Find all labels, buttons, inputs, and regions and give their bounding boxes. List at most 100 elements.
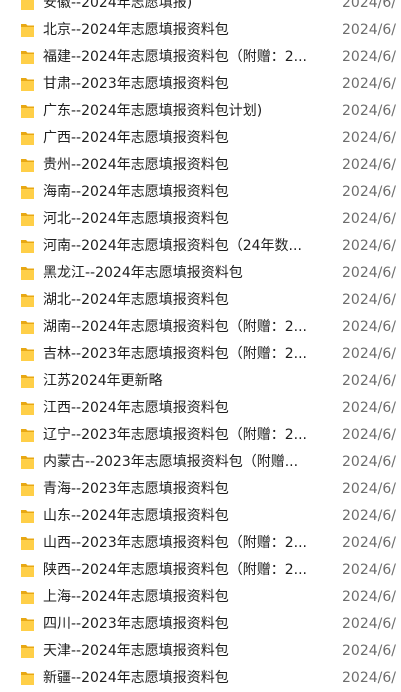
file-name: 吉林--2023年志愿填报资料包（附赠：2... — [43, 346, 307, 362]
modified-date: 2024/6/ — [342, 616, 396, 632]
list-item[interactable]: 四川--2023年志愿填报资料包 2024/6/ — [0, 611, 401, 638]
file-name: 新疆--2024年志愿填报资料包 — [43, 670, 229, 686]
folder-icon — [21, 429, 34, 442]
modified-date: 2024/6/ — [342, 22, 396, 38]
folder-icon — [21, 51, 34, 64]
modified-date: 2024/6/ — [342, 292, 396, 308]
folder-icon — [21, 348, 34, 361]
list-item[interactable]: 福建--2024年志愿填报资料包（附赠：2... 2024/6/ — [0, 44, 401, 71]
modified-date: 2024/6/ — [342, 562, 396, 578]
file-name: 湖北--2024年志愿填报资料包 — [43, 292, 229, 308]
list-item[interactable]: 黑龙江--2024年志愿填报资料包 2024/6/ — [0, 260, 401, 287]
modified-date: 2024/6/ — [342, 535, 396, 551]
folder-icon — [21, 240, 34, 253]
list-item[interactable]: 安徽--2024年志愿填报) 2024/6/ — [0, 0, 401, 17]
file-name: 广西--2024年志愿填报资料包 — [43, 130, 229, 146]
folder-icon — [21, 267, 34, 280]
folder-icon — [21, 672, 34, 685]
list-item[interactable]: 江苏2024年更新略 2024/6/ — [0, 368, 401, 395]
file-name: 陕西--2024年志愿填报资料包（附赠：2... — [43, 562, 307, 578]
file-name: 山西--2023年志愿填报资料包（附赠：2... — [43, 535, 307, 551]
folder-icon — [21, 510, 34, 523]
list-item[interactable]: 甘肃--2023年志愿填报资料包 2024/6/ — [0, 71, 401, 98]
folder-icon — [21, 537, 34, 550]
modified-date: 2024/6/ — [342, 400, 396, 416]
list-item[interactable]: 北京--2024年志愿填报资料包 2024/6/ — [0, 17, 401, 44]
list-item[interactable]: 广西--2024年志愿填报资料包 2024/6/ — [0, 125, 401, 152]
list-item[interactable]: 陕西--2024年志愿填报资料包（附赠：2... 2024/6/ — [0, 557, 401, 584]
modified-date: 2024/6/ — [342, 508, 396, 524]
list-item[interactable]: 湖北--2024年志愿填报资料包 2024/6/ — [0, 287, 401, 314]
file-name: 内蒙古--2023年志愿填报资料包（附赠... — [43, 454, 299, 470]
list-item[interactable]: 广东--2024年志愿填报资料包计划) 2024/6/ — [0, 98, 401, 125]
modified-date: 2024/6/ — [342, 643, 396, 659]
file-name: 山东--2024年志愿填报资料包 — [43, 508, 229, 524]
modified-date: 2024/6/ — [342, 427, 396, 443]
list-item[interactable]: 河南--2024年志愿填报资料包（24年数... 2024/6/ — [0, 233, 401, 260]
list-item[interactable]: 青海--2023年志愿填报资料包 2024/6/ — [0, 476, 401, 503]
modified-date: 2024/6/ — [342, 211, 396, 227]
file-name: 上海--2024年志愿填报资料包 — [43, 589, 229, 605]
list-item[interactable]: 河北--2024年志愿填报资料包 2024/6/ — [0, 206, 401, 233]
folder-icon — [21, 564, 34, 577]
modified-date: 2024/6/ — [342, 670, 396, 686]
file-name: 北京--2024年志愿填报资料包 — [43, 22, 229, 38]
folder-icon — [21, 78, 34, 91]
list-item[interactable]: 辽宁--2023年志愿填报资料包（附赠：2... 2024/6/ — [0, 422, 401, 449]
list-item[interactable]: 贵州--2024年志愿填报资料包 2024/6/ — [0, 152, 401, 179]
list-item[interactable]: 新疆--2024年志愿填报资料包 2024/6/ — [0, 665, 401, 692]
folder-icon — [21, 0, 34, 10]
modified-date: 2024/6/ — [342, 265, 396, 281]
folder-icon — [21, 321, 34, 334]
modified-date: 2024/6/ — [342, 373, 396, 389]
file-name: 江西--2024年志愿填报资料包 — [43, 400, 229, 416]
folder-icon — [21, 213, 34, 226]
list-item[interactable]: 天津--2024年志愿填报资料包 2024/6/ — [0, 638, 401, 665]
file-name: 海南--2024年志愿填报资料包 — [43, 184, 229, 200]
folder-icon — [21, 132, 34, 145]
file-name: 河南--2024年志愿填报资料包（24年数... — [43, 238, 302, 254]
list-item[interactable]: 海南--2024年志愿填报资料包 2024/6/ — [0, 179, 401, 206]
modified-date: 2024/6/ — [342, 319, 396, 335]
file-name: 福建--2024年志愿填报资料包（附赠：2... — [43, 49, 307, 65]
modified-date: 2024/6/ — [342, 76, 396, 92]
list-item[interactable]: 吉林--2023年志愿填报资料包（附赠：2... 2024/6/ — [0, 341, 401, 368]
folder-icon — [21, 375, 34, 388]
folder-icon — [21, 483, 34, 496]
file-name: 贵州--2024年志愿填报资料包 — [43, 157, 229, 173]
folder-icon — [21, 186, 34, 199]
file-list: 安徽--2024年志愿填报) 2024/6/北京--2024年志愿填报资料包 202… — [0, 0, 401, 692]
modified-date: 2024/6/ — [342, 130, 396, 146]
file-name: 黑龙江--2024年志愿填报资料包 — [43, 265, 243, 281]
file-name: 辽宁--2023年志愿填报资料包（附赠：2... — [43, 427, 307, 443]
folder-icon — [21, 402, 34, 415]
modified-date: 2024/6/ — [342, 589, 396, 605]
file-name: 广东--2024年志愿填报资料包计划) — [43, 103, 263, 119]
modified-date: 2024/6/ — [342, 481, 396, 497]
list-item[interactable]: 上海--2024年志愿填报资料包 2024/6/ — [0, 584, 401, 611]
file-name: 四川--2023年志愿填报资料包 — [43, 616, 229, 632]
folder-icon — [21, 645, 34, 658]
folder-icon — [21, 456, 34, 469]
file-name: 湖南--2024年志愿填报资料包（附赠：2... — [43, 319, 307, 335]
folder-icon — [21, 105, 34, 118]
folder-icon — [21, 618, 34, 631]
folder-icon — [21, 159, 34, 172]
folder-icon — [21, 24, 34, 37]
list-item[interactable]: 江西--2024年志愿填报资料包 2024/6/ — [0, 395, 401, 422]
folder-icon — [21, 591, 34, 604]
file-name: 安徽--2024年志愿填报) — [43, 0, 193, 11]
list-item[interactable]: 山东--2024年志愿填报资料包 2024/6/ — [0, 503, 401, 530]
modified-date: 2024/6/ — [342, 454, 396, 470]
folder-icon — [21, 294, 34, 307]
file-name: 天津--2024年志愿填报资料包 — [43, 643, 229, 659]
list-item[interactable]: 内蒙古--2023年志愿填报资料包（附赠... 2024/6/ — [0, 449, 401, 476]
modified-date: 2024/6/ — [342, 157, 396, 173]
list-item[interactable]: 山西--2023年志愿填报资料包（附赠：2... 2024/6/ — [0, 530, 401, 557]
file-name: 河北--2024年志愿填报资料包 — [43, 211, 229, 227]
list-item[interactable]: 湖南--2024年志愿填报资料包（附赠：2... 2024/6/ — [0, 314, 401, 341]
modified-date: 2024/6/ — [342, 184, 396, 200]
file-name: 青海--2023年志愿填报资料包 — [43, 481, 229, 497]
modified-date: 2024/6/ — [342, 103, 396, 119]
modified-date: 2024/6/ — [342, 0, 396, 11]
